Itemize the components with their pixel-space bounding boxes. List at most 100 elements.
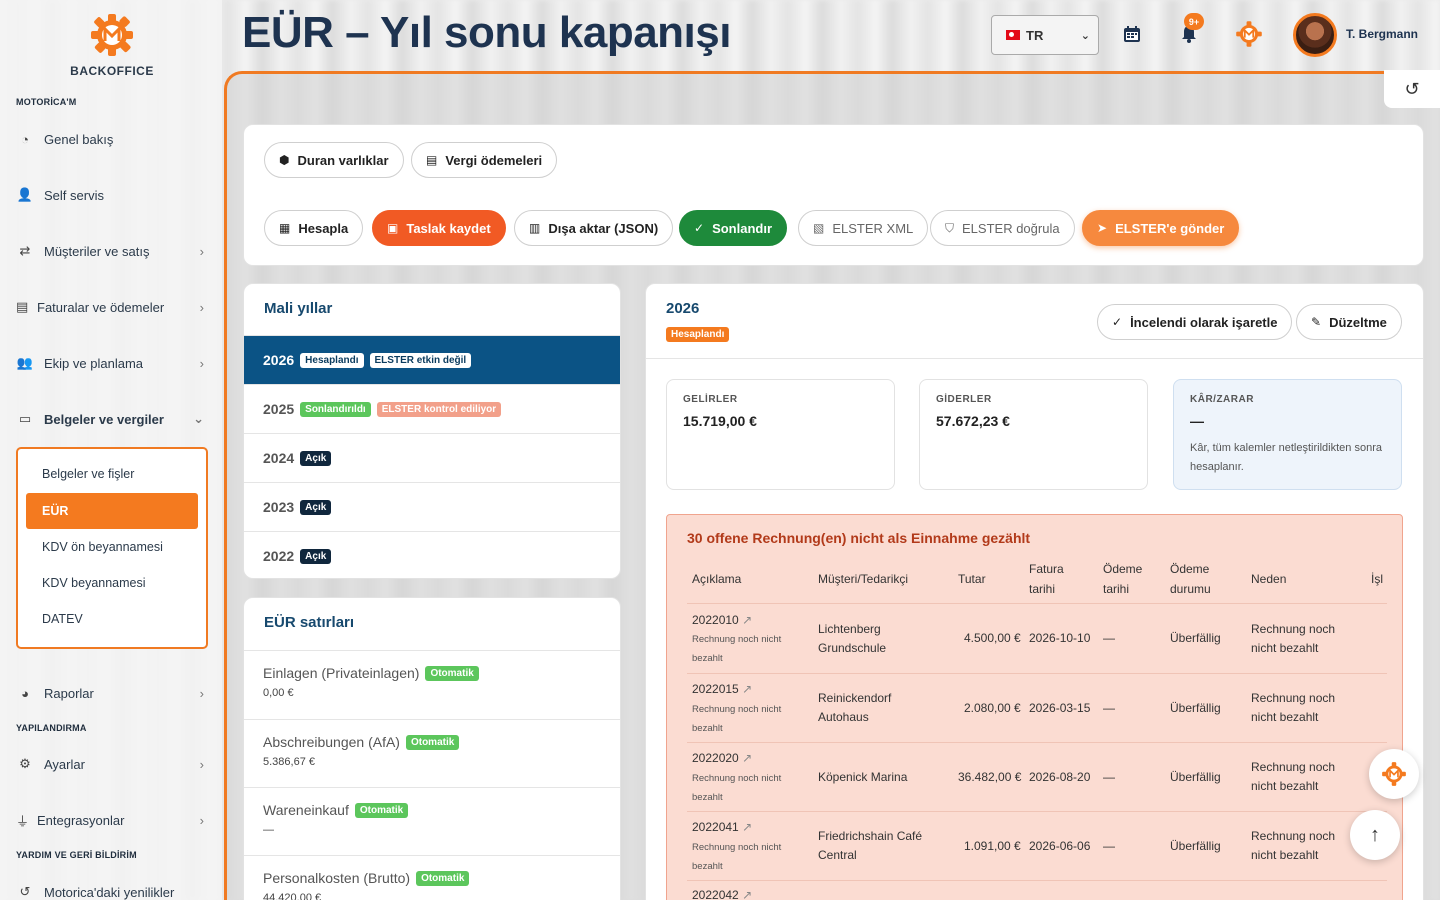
euer-line-item[interactable]: Abschreibungen (AfA) Otomatik 5.386,67 € (244, 719, 620, 787)
button-label: İncelendi olarak işaretle (1130, 314, 1278, 330)
fixed-assets-button[interactable]: ⬢ Duran varlıklar (264, 142, 404, 178)
invoice-id[interactable]: 2022041 ↗ (692, 818, 752, 837)
year-row-2025[interactable]: 2025 Sonlandırıldı ELSTER kontrol ediliy… (244, 384, 620, 433)
sidebar-item-label: Faturalar ve ödemeler (37, 299, 165, 315)
scroll-top-button[interactable]: ↑ (1350, 810, 1400, 860)
motorica-gear-icon (1382, 762, 1406, 786)
auto-badge: Otomatik (425, 665, 479, 681)
elster-xml-button[interactable]: ▧ ELSTER XML (798, 210, 929, 246)
year-number: 2025 (263, 401, 295, 417)
button-label: Sonlandır (712, 220, 773, 236)
amount: 36.482,00 € (958, 770, 1022, 784)
sidebar-item-label: Entegrasyonlar (37, 812, 125, 828)
motorica-gear-icon[interactable] (1235, 20, 1263, 48)
folder-icon: ▭ (18, 411, 32, 426)
year-row-2023[interactable]: 2023 Açık (244, 482, 620, 531)
submenu-item-vat-return[interactable]: KDV beyannamesi (42, 576, 146, 590)
status-badge: Hesaplandı (666, 327, 730, 342)
assistant-button[interactable] (1369, 749, 1419, 799)
file-code-icon: ▧ (813, 221, 825, 235)
card-title: EÜR satırları (264, 614, 355, 631)
euer-line-item[interactable]: Einlagen (Privateinlagen) Otomatik 0,00 € (244, 650, 620, 718)
flag-icon (1006, 30, 1020, 40)
year-row-2024[interactable]: 2024 Açık (244, 433, 620, 482)
sidebar-item-settings[interactable]: ⚙ Ayarlar › (16, 752, 212, 776)
invoice-note: Rechnung noch nicht bezahlt (692, 634, 782, 664)
button-label: ELSTER XML (832, 220, 914, 236)
submenu-item-vat-advance[interactable]: KDV ön beyannamesi (42, 540, 163, 554)
sidebar-item-overview[interactable]: ◔ Genel bakış (16, 127, 212, 151)
line-name: Einlagen (Privateinlagen) (263, 665, 420, 681)
payment-date: — (1103, 701, 1115, 715)
logo[interactable]: BACKOFFICE (60, 12, 164, 78)
correction-button[interactable]: ✎ Düzeltme (1296, 304, 1402, 340)
section-label: YARDIM VE GERİ BİLDİRİM (16, 850, 137, 860)
reason: Rechnung noch nicht bezahlt (1251, 760, 1336, 793)
sidebar-item-documents[interactable]: ▭ Belgeler ve vergiler ⌄ (16, 407, 212, 431)
sidebar-item-label: Ekip ve planlama (44, 355, 143, 371)
sidebar-item-reports[interactable]: ◕ Raporlar › (16, 681, 212, 705)
year-row-2022[interactable]: 2022 Açık (244, 531, 620, 578)
calendar-icon[interactable] (1118, 20, 1146, 48)
invoice-id[interactable]: 2022042 ↗ (692, 886, 752, 900)
sidebar-item-integrations[interactable]: ⏚ Entegrasyonlar › (16, 808, 212, 832)
column-header: Tutar (958, 572, 986, 586)
euer-line-item[interactable]: Personalkosten (Brutto) Otomatik 44.420,0… (244, 855, 620, 900)
documents-submenu: Belgeler ve fişler EÜR KDV ön beyannames… (16, 447, 208, 649)
sidebar-item-whats-new[interactable]: ↺ Motorica'daki yenilikler (16, 880, 212, 900)
export-json-button[interactable]: ▥ Dışa aktar (JSON) (514, 210, 674, 246)
invoice-id[interactable]: 2022020 ↗ (692, 749, 752, 768)
finalize-button[interactable]: ✓ Sonlandır (679, 210, 788, 246)
paper-plane-icon: ➤ (1097, 221, 1108, 235)
column-header: Müşteri/Tedarikçi (818, 572, 909, 586)
arrow-up-icon: ↑ (1370, 823, 1380, 846)
sidebar-item-customers[interactable]: ⇄ Müşteriler ve satış › (16, 239, 212, 263)
year-number: 2022 (263, 548, 295, 564)
save-draft-button[interactable]: ▣ Taslak kaydet (372, 210, 506, 246)
page-title: EÜR – Yıl sonu kapanışı (242, 8, 731, 57)
notification-badge: 9+ (1184, 13, 1204, 30)
elster-validate-button[interactable]: ⛉ ELSTER doğrula (930, 210, 1075, 246)
pencil-icon: ✎ (1311, 315, 1322, 329)
line-value: 0,00 € (263, 687, 294, 699)
amount: 2.080,00 € (964, 701, 1021, 715)
year-row-2026[interactable]: 2026 Hesaplandı ELSTER etkin değil (244, 335, 620, 384)
customer-name: Lichtenberg Grundschule (818, 622, 887, 655)
submenu-item-datev[interactable]: DATEV (42, 612, 83, 626)
invoice-id[interactable]: 2022010 ↗ (692, 611, 752, 630)
submenu-item-receipts[interactable]: Belgeler ve fişler (42, 467, 134, 481)
row-separator (687, 742, 1387, 743)
euer-lines-card: EÜR satırları Einlagen (Privateinlagen) O… (243, 597, 621, 900)
sidebar-item-self-service[interactable]: 👤 Self servis (16, 183, 212, 207)
button-label: Düzeltme (1329, 314, 1387, 330)
invoice-date: 2026-06-06 (1029, 839, 1091, 853)
sidebar-item-label: Genel bakış (44, 131, 114, 147)
elster-badge: ELSTER kontrol ediliyor (376, 401, 502, 417)
tax-payments-button[interactable]: ▤ Vergi ödemeleri (411, 142, 558, 178)
invoice-date: 2026-03-15 (1029, 701, 1091, 715)
reason: Rechnung noch nicht bezahlt (1251, 691, 1336, 724)
avatar[interactable] (1293, 13, 1337, 57)
language-select[interactable]: TR ⌄ (991, 15, 1099, 55)
invoice-note: Rechnung noch nicht bezahlt (692, 842, 782, 872)
detail-status-wrap: Hesaplandı (666, 324, 730, 342)
history-button[interactable]: ↺ (1384, 70, 1440, 108)
euer-line-item[interactable]: Wareneinkauf Otomatik — (244, 787, 620, 855)
sidebar-item-invoices[interactable]: ▤ Faturalar ve ödemeler › (16, 295, 212, 319)
invoice-id[interactable]: 2022015 ↗ (692, 680, 752, 699)
chevron-right-icon: › (199, 243, 204, 259)
user-name[interactable]: T. Bergmann (1346, 27, 1418, 41)
calculate-button[interactable]: ▦ Hesapla (264, 210, 364, 246)
card-title: Mali yıllar (264, 300, 333, 317)
button-label: Hesapla (298, 220, 349, 236)
customer-name: Friedrichshain Café Central (818, 829, 923, 862)
payment-status: Überfällig (1170, 631, 1221, 645)
history-icon: ↺ (1404, 78, 1420, 99)
button-label: Vergi ödemeleri (445, 152, 543, 168)
sidebar-item-team[interactable]: 👥 Ekip ve planlama › (16, 351, 212, 375)
mark-reviewed-button[interactable]: ✓ İncelendi olarak işaretle (1097, 304, 1293, 340)
submenu-item-euer[interactable]: EÜR (26, 493, 198, 529)
customer-name: Reinickendorf Autohaus (818, 691, 892, 724)
elster-send-button[interactable]: ➤ ELSTER'e gönder (1082, 210, 1240, 246)
line-value: 44.420,00 € (263, 892, 322, 900)
